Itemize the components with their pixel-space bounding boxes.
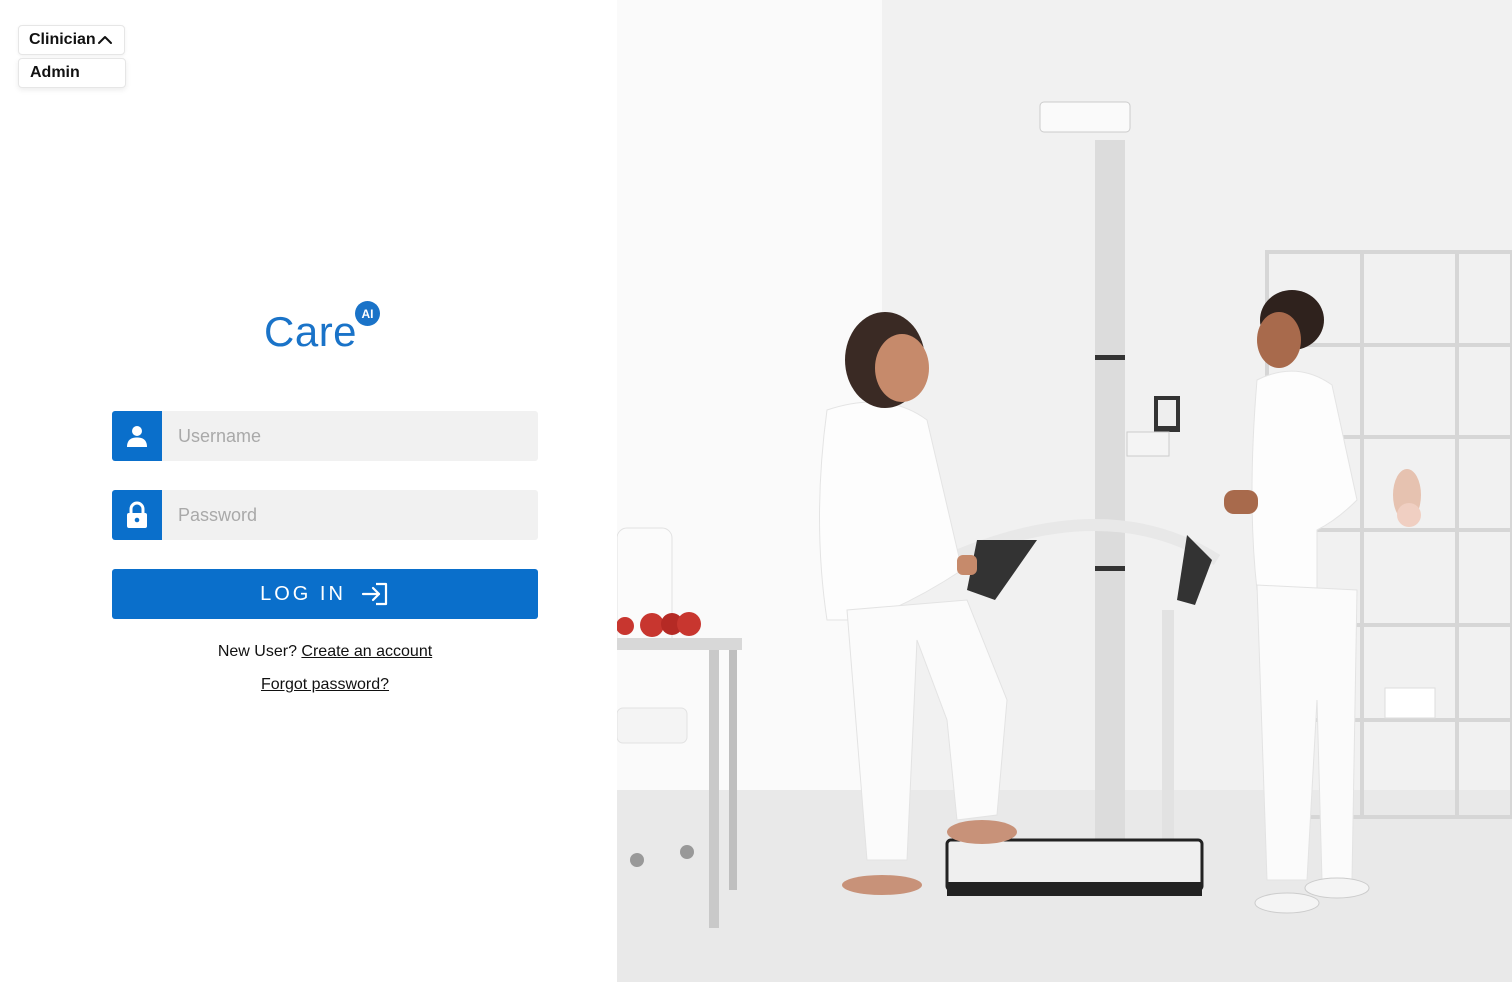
user-icon [112,411,162,461]
username-field [112,411,538,461]
password-input[interactable] [162,490,538,540]
care-ai-logo: Care AI [264,300,394,360]
login-button-label: LOG IN [260,582,346,605]
role-menu: Admin [18,58,126,88]
logo-ai-badge: AI [355,301,380,326]
forgot-line: Forgot password? [112,676,538,694]
create-account-link[interactable]: Create an account [301,643,432,660]
password-field [112,490,538,540]
username-input[interactable] [162,411,538,461]
sign-in-icon [361,582,387,606]
signup-line: New User? Create an account [112,643,538,661]
role-selected-label: Clinician [29,31,96,48]
role-dropdown[interactable]: Clinician Admin [18,25,126,88]
logo-wordmark: Care [264,308,358,355]
lock-icon [112,490,162,540]
role-selected[interactable]: Clinician [18,25,125,55]
chevron-up-icon[interactable] [96,31,114,49]
role-option-admin[interactable]: Admin [19,59,125,87]
clinic-scene-illustration [617,0,1512,982]
new-user-text: New User? [217,643,297,660]
login-panel: Clinician Admin Care AI Username LOG IN … [0,0,617,982]
forgot-password-link[interactable]: Forgot password? [261,676,389,693]
hero-image [617,0,1512,982]
login-button[interactable]: LOG IN [112,569,538,619]
